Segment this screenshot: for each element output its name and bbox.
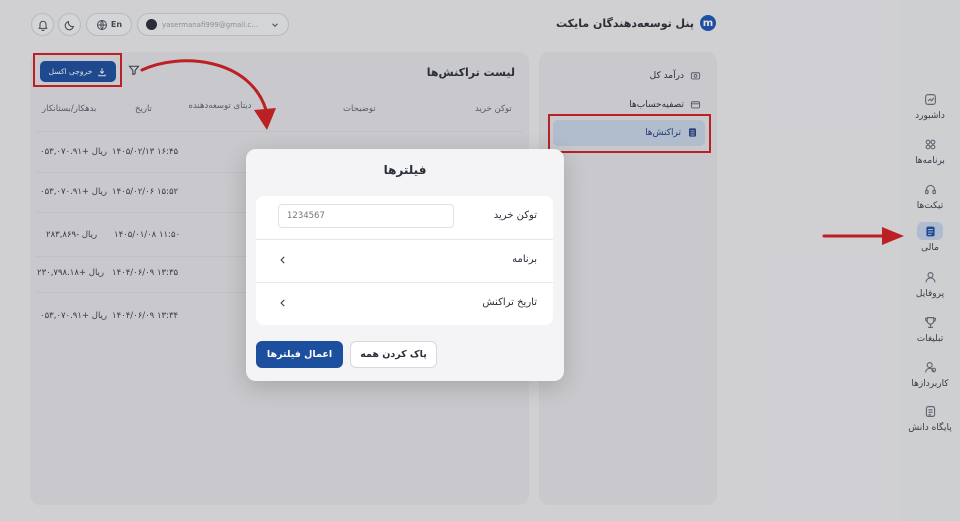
clear-all-button[interactable]: پاک کردن همه	[350, 341, 437, 368]
apply-filters-button[interactable]: اعمال فیلترها	[256, 341, 343, 368]
chevron-left-icon	[280, 299, 285, 307]
filter-row-token: توکن خرید	[256, 196, 553, 239]
token-input[interactable]	[278, 204, 454, 228]
filter-label-app: برنامه	[512, 254, 537, 265]
filter-label-date: تاریخ تراکنش	[482, 297, 537, 308]
chevron-left-icon	[280, 256, 285, 264]
filter-card: توکن خرید برنامه تاریخ تراکنش	[256, 196, 553, 325]
filter-label-token: توکن خرید	[493, 210, 537, 221]
filter-modal: فیلترها توکن خرید برنامه تاریخ تراکنش اع…	[246, 149, 564, 381]
modal-title: فیلترها	[383, 163, 427, 177]
filter-row-date[interactable]: تاریخ تراکنش	[256, 282, 553, 325]
filter-row-app[interactable]: برنامه	[256, 239, 553, 282]
